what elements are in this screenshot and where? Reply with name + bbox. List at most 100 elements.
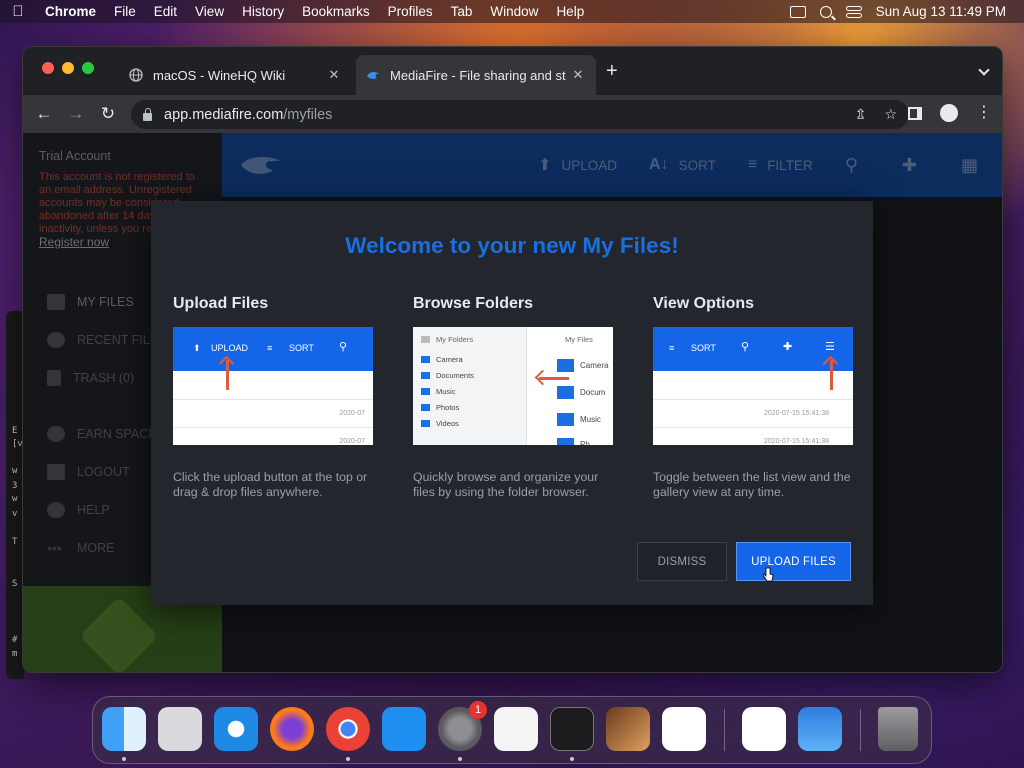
folder-tree-item: Camera [413,351,526,367]
thumb-sort-label: SORT [691,343,716,353]
zoom-window-button[interactable] [82,62,94,74]
chrome-icon[interactable] [326,707,370,751]
thumb-date: 2020-07 [339,410,365,417]
garageband-icon[interactable] [606,707,650,751]
reload-icon[interactable]: ↻ [92,104,124,124]
menu-tab[interactable]: Tab [442,4,482,19]
dismiss-button[interactable]: DISMISS [637,542,727,581]
menu-file[interactable]: File [105,4,145,19]
firefox-icon[interactable] [270,707,314,751]
column-description: Toggle between the list view and the gal… [653,470,851,499]
pointer-arrow-icon [830,360,833,390]
chrome-window: macOS - WineHQ Wiki ✕ MediaFire - File s… [22,46,1003,673]
browse-illustration: My Folders Camera Documents Music Photos… [413,327,613,445]
menu-bookmarks[interactable]: Bookmarks [293,4,379,19]
address-bar[interactable]: app.mediafire.com/myfiles ⇫ ☆ [131,100,909,129]
macos-menu-bar:  Chrome File Edit View History Bookmark… [0,0,1024,23]
safari-icon[interactable] [214,707,258,751]
list-view-icon: ☰ [825,341,835,353]
thumb-upload-label: UPLOAD [211,343,249,353]
tab-mediafire[interactable]: MediaFire - File sharing and st ✕ [356,55,596,95]
tab-winehq[interactable]: macOS - WineHQ Wiki ✕ [119,55,352,95]
folder-tree-item: Videos [413,415,526,431]
upload-icon: ⬆ [193,343,201,353]
trash-icon[interactable] [878,707,918,751]
textedit-icon[interactable] [494,707,538,751]
browse-folders-column: Browse Folders My Folders Camera Documen… [413,295,613,500]
column-description: Quickly browse and organize your files b… [413,470,599,499]
url-host: app.mediafire.com [164,106,284,123]
minimize-window-button[interactable] [62,62,74,74]
welcome-modal: Welcome to your new My Files! Upload Fil… [151,201,873,605]
pointer-arrow-icon [226,360,229,390]
bookmark-star-icon[interactable]: ☆ [884,106,897,123]
folder-tree-header: My Folders [413,327,526,351]
terminal-icon[interactable] [550,707,594,751]
screen-mirroring-icon[interactable] [789,5,806,18]
back-arrow-icon[interactable]: ← [28,104,60,124]
window-controls [42,62,94,74]
forward-arrow-icon[interactable]: → [60,104,92,124]
new-folder-icon: ✚ [783,341,793,353]
thumb-date: 2020-07 [339,438,365,445]
tab-strip: macOS - WineHQ Wiki ✕ MediaFire - File s… [23,47,1002,95]
finder-icon[interactable] [102,707,146,751]
thumb-date: 2020-07-15 15:41:38 [764,410,829,417]
menu-app-name[interactable]: Chrome [36,4,105,19]
more-menu-icon[interactable]: ⋮ [976,105,992,121]
apple-icon[interactable]:  [0,3,36,20]
launchpad-icon[interactable] [158,707,202,751]
macos-dock: 1 [92,696,932,764]
tab-title: MediaFire - File sharing and st [390,67,566,83]
profile-avatar-icon[interactable] [940,104,958,122]
close-tab-icon[interactable]: ✕ [326,67,342,83]
column-heading: View Options [653,295,755,312]
files-pane-header: My Files [565,335,593,344]
new-tab-plus-icon[interactable]: + [606,61,618,81]
view-options-illustration: ≡ SORT ⚲ ✚ ☰ 2020-07-15 15:41:38 2020-07… [653,327,853,445]
folder-item: Docum [557,386,605,399]
spotlight-search-icon[interactable] [819,5,832,18]
column-description: Click the upload button at the top or dr… [173,470,368,499]
search-icon: ⚲ [741,341,750,353]
thumb-date: 2020-07-15 15:41:38 [764,438,829,445]
control-center-icon[interactable] [845,5,862,18]
browser-toolbar: ← → ↻ app.mediafire.com/myfiles ⇫ ☆ ⋮ [23,95,1002,133]
upload-files-button[interactable]: UPLOAD FILES [736,542,851,581]
modal-title: Welcome to your new My Files! [345,233,679,258]
notification-badge: 1 [469,701,487,719]
menu-profiles[interactable]: Profiles [379,4,442,19]
upload-illustration: ⬆ UPLOAD ≡ SORT ⚲ 2020-07 2020-07 [173,327,373,445]
vscode-icon[interactable] [662,707,706,751]
close-window-button[interactable] [42,62,54,74]
close-tab-icon[interactable]: ✕ [570,67,586,83]
side-panel-icon[interactable] [908,106,922,120]
menu-edit[interactable]: Edit [145,4,186,19]
folder-tree-item: Photos [413,399,526,415]
tab-search-chevron-icon[interactable] [978,64,990,76]
thumb-sort-label: SORT [289,343,314,353]
hand-cursor-icon [762,567,774,582]
menu-window[interactable]: Window [481,4,547,19]
filter-icon: ≡ [267,343,273,353]
globe-icon [129,68,143,82]
lock-icon[interactable] [143,107,152,121]
visual-studio-icon[interactable] [742,707,786,751]
menu-help[interactable]: Help [547,4,593,19]
folder-tree-item: Music [413,383,526,399]
tab-title: macOS - WineHQ Wiki [153,67,286,83]
app-store-icon[interactable] [382,707,426,751]
mediafire-logo-icon [367,71,379,79]
share-icon[interactable]: ⇫ [855,106,867,123]
filter-icon: ≡ [669,343,675,353]
column-heading: Upload Files [173,295,269,312]
menu-clock[interactable]: Sun Aug 13 11:49 PM [876,4,1006,19]
folder-tree-item: Documents [413,367,526,383]
folder-item: Ph [557,438,590,445]
weather-icon[interactable] [798,707,842,751]
search-icon: ⚲ [339,341,348,353]
pointer-arrow-icon [539,377,569,380]
upload-files-column: Upload Files ⬆ UPLOAD ≡ SORT ⚲ 2020-07 2… [173,295,373,500]
menu-history[interactable]: History [233,4,293,19]
menu-view[interactable]: View [186,4,233,19]
